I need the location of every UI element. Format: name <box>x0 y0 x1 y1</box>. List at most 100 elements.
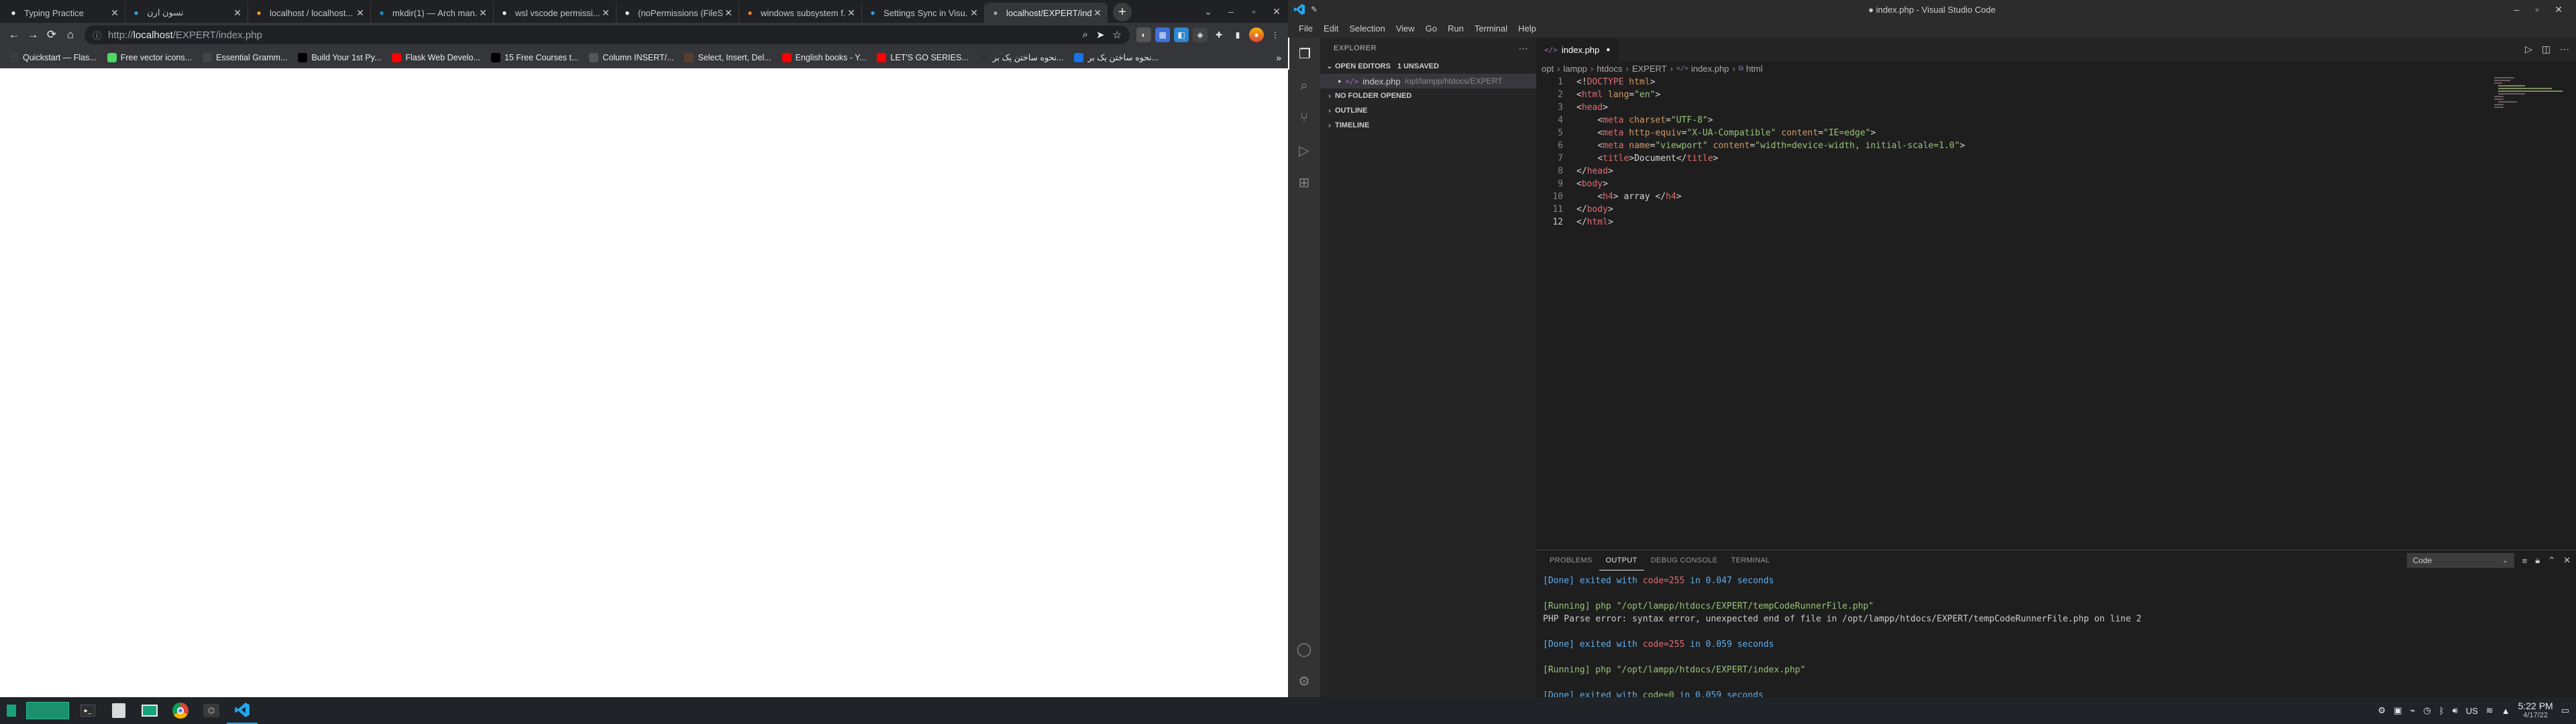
side-panel-icon[interactable]: ▮ <box>1230 27 1245 42</box>
share-icon[interactable]: ➤ <box>1096 29 1105 41</box>
browser-tab[interactable]: ● mkdir(1) — Arch man... ✕ <box>371 3 494 23</box>
battery-tray-icon[interactable]: ▲ <box>2502 706 2510 716</box>
output-log[interactable]: [Done] exited with code=255 in 0.047 sec… <box>1543 575 2141 702</box>
maximize-icon[interactable]: ▫ <box>2535 4 2538 15</box>
bookmark-item[interactable]: نحوه ساختن یک بر... <box>974 52 1069 62</box>
forward-button[interactable]: → <box>24 26 42 44</box>
run-debug-icon[interactable]: ▷ <box>1288 134 1320 166</box>
code-line[interactable]: 9 <body> <box>1536 178 2576 190</box>
menu-icon[interactable]: ⋮ <box>1268 27 1283 42</box>
outline-section[interactable]: › OUTLINE <box>1320 103 1536 118</box>
bookmark-item[interactable]: English books - Y... <box>777 52 872 62</box>
close-tab-icon[interactable]: ✕ <box>109 7 121 19</box>
back-button[interactable]: ← <box>5 26 23 44</box>
code-line[interactable]: 12 </html> <box>1536 216 2576 229</box>
address-bar[interactable]: ⓘ http://localhost/EXPERT/index.php ⌕ ➤ … <box>85 25 1130 44</box>
tab-problems[interactable]: PROBLEMS <box>1543 550 1599 570</box>
breadcrumb-item[interactable]: EXPERT <box>1632 64 1667 74</box>
volume-tray-icon[interactable]: 🔊︎ <box>2453 705 2458 716</box>
clock-tray-icon[interactable]: ◷ <box>2423 705 2430 716</box>
new-tab-button[interactable]: + <box>1113 3 1132 21</box>
vscode-app-icon[interactable] <box>227 697 258 724</box>
bookmark-star-icon[interactable]: ☆ <box>1113 29 1122 41</box>
wsl-app-icon[interactable]: ⌬ <box>196 697 227 724</box>
unsaved-dot-icon[interactable]: ● <box>1606 46 1610 54</box>
close-tab-icon[interactable]: ✕ <box>722 7 735 19</box>
extension-icon[interactable]: ▦ <box>1155 27 1170 42</box>
monitor-app-icon[interactable] <box>134 697 165 724</box>
close-tab-icon[interactable]: ✕ <box>845 7 857 19</box>
code-line[interactable]: 11 </body> <box>1536 203 2576 216</box>
code-editor[interactable]: 1 <!DOCTYPE html> 2 <html lang="en"> 3 <head>… <box>1536 76 2576 229</box>
close-tab-icon[interactable]: ✕ <box>1091 7 1104 19</box>
browser-tab[interactable]: ● wsl vscode permissi... ✕ <box>494 3 616 23</box>
bookmark-item[interactable]: Column INSERT/... <box>584 52 679 62</box>
extension-icon[interactable]: ◈ <box>1193 27 1208 42</box>
menu-terminal[interactable]: Terminal <box>1469 23 1513 34</box>
menu-edit[interactable]: Edit <box>1318 23 1344 34</box>
close-tab-icon[interactable]: ✕ <box>600 7 612 19</box>
workspace-switcher[interactable] <box>23 697 72 724</box>
split-editor-icon[interactable]: ◫ <box>2542 44 2551 55</box>
browser-tab[interactable]: ● localhost/EXPERT/ind... ✕ <box>985 3 1108 23</box>
browser-tab[interactable]: ● Settings Sync in Visu... ✕ <box>862 3 985 23</box>
breadcrumb-item[interactable]: htdocs <box>1597 64 1622 74</box>
search-icon[interactable]: ⌕ <box>1288 70 1320 102</box>
editor-tab-index-php[interactable]: </> index.php ● <box>1536 38 1619 61</box>
no-folder-section[interactable]: › NO FOLDER OPENED <box>1320 88 1536 103</box>
usb-tray-icon[interactable]: ⌁ <box>2410 705 2416 716</box>
account-icon[interactable]: ◯ <box>1288 633 1320 665</box>
breadcrumb-item[interactable]: html <box>1746 64 1763 74</box>
close-icon[interactable]: ✕ <box>2555 4 2563 15</box>
tab-terminal[interactable]: TERMINAL <box>1724 550 1776 570</box>
bookmark-item[interactable]: Select, Insert, Del... <box>679 52 776 62</box>
bookmark-item[interactable]: نحوه ساختن یک بر... <box>1069 52 1164 62</box>
profile-avatar[interactable]: ● <box>1249 27 1264 42</box>
browser-tab[interactable]: ● Typing Practice ✕ <box>3 3 125 23</box>
browser-tab[interactable]: ● نسون ارن ✕ <box>125 3 248 23</box>
menu-help[interactable]: Help <box>1513 23 1542 34</box>
source-control-icon[interactable]: ⑂ <box>1288 102 1320 134</box>
timeline-section[interactable]: › TIMELINE <box>1320 118 1536 133</box>
tab-debug-console[interactable]: DEBUG CONSOLE <box>1644 550 1725 570</box>
code-line[interactable]: 6 <meta name="viewport" content="width=d… <box>1536 139 2576 152</box>
code-line[interactable]: 8 </head> <box>1536 165 2576 178</box>
breadcrumb-item[interactable]: opt <box>1542 64 1554 74</box>
open-editors-section[interactable]: ⌄ OPEN EDITORS 1 UNSAVED <box>1320 59 1536 74</box>
run-code-icon[interactable]: ▷ <box>2525 44 2532 55</box>
keyboard-layout[interactable]: US <box>2466 706 2478 716</box>
unsaved-dot-icon[interactable]: ● <box>1338 78 1341 84</box>
settings-tray-icon[interactable]: ⚙ <box>2378 705 2386 716</box>
menu-go[interactable]: Go <box>1420 23 1442 34</box>
menu-file[interactable]: File <box>1293 23 1318 34</box>
close-tab-icon[interactable]: ✕ <box>968 7 980 19</box>
home-button[interactable]: ⌂ <box>62 26 79 44</box>
screenshot-tray-icon[interactable]: ▣ <box>2394 705 2402 716</box>
code-line[interactable]: 1 <!DOCTYPE html> <box>1536 76 2576 88</box>
bookmark-item[interactable]: Flask Web Develo... <box>386 52 486 62</box>
code-line[interactable]: 10 <h4> array </h4> <box>1536 190 2576 203</box>
breadcrumb-item[interactable]: lampp <box>1563 64 1587 74</box>
bluetooth-tray-icon[interactable]: ᛒ <box>2439 706 2445 716</box>
zoom-icon[interactable]: ⌕ <box>1083 29 1088 41</box>
menu-run[interactable]: Run <box>1442 23 1469 34</box>
open-editor-item[interactable]: ● </> index.php /opt/lampp/htdocs/EXPERT <box>1320 74 1536 88</box>
browser-tab[interactable]: ● localhost / localhost... ✕ <box>248 3 371 23</box>
code-line[interactable]: 2 <html lang="en"> <box>1536 88 2576 101</box>
explorer-icon[interactable]: ❐ <box>1288 38 1320 70</box>
extension-icon[interactable]: ◧ <box>1174 27 1189 42</box>
close-tab-icon[interactable]: ✕ <box>354 7 366 19</box>
pin-icon[interactable]: ✎ <box>1311 5 1318 14</box>
more-actions-icon[interactable]: ⋯ <box>1519 43 1529 54</box>
info-icon[interactable]: ⓘ <box>93 29 101 42</box>
settings-gear-icon[interactable]: ⚙ <box>1288 665 1320 697</box>
reload-button[interactable]: ⟳ <box>43 26 60 44</box>
bookmarks-overflow-icon[interactable]: » <box>1276 52 1284 63</box>
close-tab-icon[interactable]: ✕ <box>477 7 489 19</box>
code-line[interactable]: 5 <meta http-equiv = "X-UA-Compatible" con… <box>1536 127 2576 139</box>
list-icon[interactable]: ≡ <box>2522 556 2528 566</box>
terminal-app-icon[interactable]: ▸_ <box>72 697 103 724</box>
start-button[interactable] <box>0 697 23 724</box>
maximize-panel-icon[interactable]: ⌃ <box>2548 555 2555 566</box>
code-line[interactable]: 7 <title>Document</title> <box>1536 152 2576 165</box>
